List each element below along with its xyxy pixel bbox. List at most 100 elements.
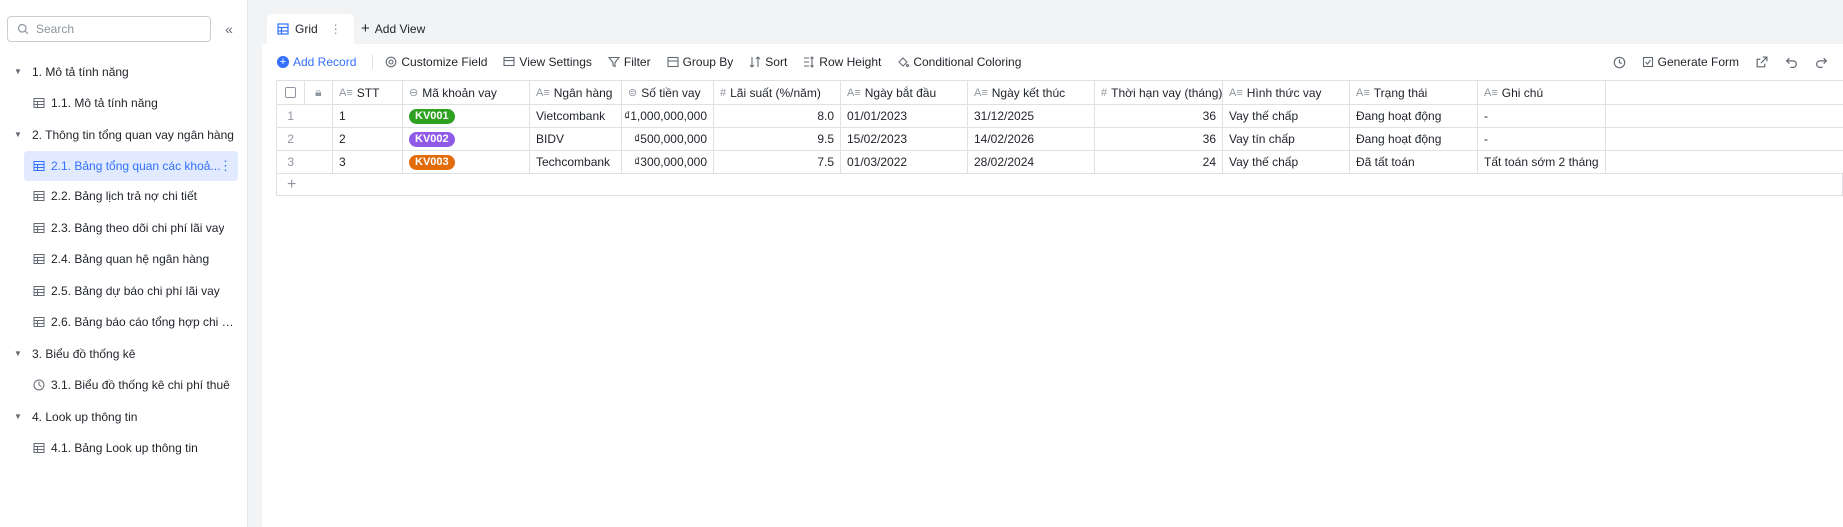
sidebar-item-2-3[interactable]: 2.3. Bảng theo dõi chi phí lãi vay <box>0 212 248 244</box>
sidebar-item-3-1[interactable]: 3.1. Biểu đồ thống kê chi phí thuê <box>0 370 248 402</box>
table-row[interactable]: 1 1 KV001 Vietcombank ₫1,000,000,000 8.0… <box>277 105 1843 128</box>
search-input[interactable] <box>36 22 196 36</box>
cell-so-tien-vay[interactable]: ₫1,000,000,000 <box>622 105 714 127</box>
sidebar-item-label: 2.5. Bảng dự báo chi phí lãi vay <box>51 283 220 298</box>
cell-hinh-thuc-vay[interactable]: Vay thế chấp <box>1223 151 1350 173</box>
cell-ngan-hang[interactable]: Techcombank <box>530 151 622 173</box>
column-label: Số tiền vay <box>641 85 701 100</box>
cell-ngay-ket-thuc[interactable]: 14/02/2026 <box>968 128 1095 150</box>
cell-lai-suat[interactable]: 7.5 <box>714 151 841 173</box>
cell-thoi-han-vay[interactable]: 36 <box>1095 105 1223 127</box>
column-header-stt[interactable]: A≡ STT <box>333 81 403 104</box>
cell-ngay-bat-dau[interactable]: 01/03/2022 <box>841 151 968 173</box>
redo-icon[interactable] <box>1813 54 1829 70</box>
table-icon <box>33 285 45 297</box>
sidebar-item-4-1[interactable]: 4.1. Bảng Look up thông tin <box>0 433 248 465</box>
sidebar-item-2-6[interactable]: 2.6. Bảng báo cáo tổng hợp chi p... <box>0 307 248 339</box>
column-header-hinh-thuc-vay[interactable]: A≡ Hình thức vay <box>1223 81 1350 104</box>
column-header-ma-khoan-vay[interactable]: ⊖ Mã khoản vay <box>403 81 530 104</box>
sidebar-item-2-4[interactable]: 2.4. Bảng quan hệ ngân hàng <box>0 244 248 276</box>
cell-ma-khoan-vay[interactable]: KV003 <box>403 151 530 173</box>
cell-ngay-bat-dau[interactable]: 01/01/2023 <box>841 105 968 127</box>
add-record-button[interactable]: + Add Record <box>277 55 356 69</box>
sidebar-item-label: 2.6. Bảng báo cáo tổng hợp chi p... <box>51 315 236 330</box>
cell-stt[interactable]: 3 <box>333 151 403 173</box>
select-all-checkbox-cell[interactable] <box>277 81 305 104</box>
sidebar-item-2-1[interactable]: 2.1. Bảng tổng quan các khoả... ⋮ <box>24 150 238 181</box>
sidebar-group-4[interactable]: ▼ 4. Look up thông tin <box>0 401 248 433</box>
cell-ngay-bat-dau[interactable]: 15/02/2023 <box>841 128 968 150</box>
group-by-button[interactable]: Group By <box>667 55 733 69</box>
add-record-label: Add Record <box>293 55 357 69</box>
sidebar-item-label: 4.1. Bảng Look up thông tin <box>51 441 198 456</box>
cell-stt[interactable]: 1 <box>333 105 403 127</box>
column-header-thoi-han-vay[interactable]: # Thời hạn vay (tháng) <box>1095 81 1223 104</box>
filter-button[interactable]: Filter <box>607 55 651 69</box>
row-height-button[interactable]: Row Height <box>803 55 881 69</box>
cell-lai-suat[interactable]: 9.5 <box>714 128 841 150</box>
cell-thoi-han-vay[interactable]: 24 <box>1095 151 1223 173</box>
more-vertical-icon[interactable]: ⋮ <box>330 22 342 36</box>
sidebar-item-2-5[interactable]: 2.5. Bảng dự báo chi phí lãi vay <box>0 275 248 307</box>
sidebar-item-2-2[interactable]: 2.2. Bảng lịch trả nợ chi tiết <box>0 181 248 213</box>
cell-lai-suat[interactable]: 8.0 <box>714 105 841 127</box>
cell-trang-thai[interactable]: Đang hoạt động <box>1350 128 1478 150</box>
history-icon[interactable] <box>1612 54 1628 70</box>
sidebar-item-label: 2.2. Bảng lịch trả nợ chi tiết <box>51 189 197 204</box>
cell-trang-thai[interactable]: Đã tất toán <box>1350 151 1478 173</box>
search-box[interactable] <box>7 16 211 42</box>
column-header-ngay-ket-thuc[interactable]: A≡ Ngày kết thúc <box>968 81 1095 104</box>
sidebar-item-1-1[interactable]: 1.1. Mô tả tính năng <box>0 88 248 120</box>
cell-ghi-chu[interactable]: - <box>1478 128 1606 150</box>
column-header-so-tien-vay[interactable]: ⊜ Số tiền vay <box>622 81 714 104</box>
column-header-ngay-bat-dau[interactable]: A≡ Ngày bắt đầu <box>841 81 968 104</box>
table-row[interactable]: 2 2 KV002 BIDV ₫500,000,000 9.5 15/02/20… <box>277 128 1843 151</box>
row-lead: 2 <box>277 128 333 150</box>
share-icon[interactable] <box>1753 54 1769 70</box>
cell-ma-khoan-vay[interactable]: KV002 <box>403 128 530 150</box>
sidebar-group-1[interactable]: ▼ 1. Mô tả tính năng <box>0 56 248 88</box>
view-settings-button[interactable]: View Settings <box>503 55 592 69</box>
tab-grid[interactable]: Grid ⋮ <box>267 14 354 44</box>
cell-ngay-ket-thuc[interactable]: 31/12/2025 <box>968 105 1095 127</box>
more-vertical-icon[interactable]: ⋮ <box>219 158 232 174</box>
double-chevron-left-icon[interactable]: « <box>221 20 237 38</box>
column-label: Lãi suất (%/năm) <box>730 85 821 100</box>
group-icon <box>667 56 679 68</box>
column-header-lai-suat[interactable]: # Lãi suất (%/năm) <box>714 81 841 104</box>
cell-ghi-chu[interactable]: - <box>1478 105 1606 127</box>
caret-down-icon: ▼ <box>14 412 22 422</box>
column-header-ngan-hang[interactable]: A≡ Ngân hàng <box>530 81 622 104</box>
paint-bucket-icon <box>898 57 910 68</box>
cell-thoi-han-vay[interactable]: 36 <box>1095 128 1223 150</box>
plus-icon: + <box>361 20 370 37</box>
cell-hinh-thuc-vay[interactable]: Vay thế chấp <box>1223 105 1350 127</box>
cell-ma-khoan-vay[interactable]: KV001 <box>403 105 530 127</box>
conditional-coloring-label: Conditional Coloring <box>913 55 1022 69</box>
customize-field-button[interactable]: Customize Field <box>385 55 487 69</box>
sidebar-group-3[interactable]: ▼ 3. Biểu đồ thống kê <box>0 338 248 370</box>
sidebar-group-2[interactable]: ▼ 2. Thông tin tổng quan vay ngân hàng <box>0 119 248 151</box>
cell-trang-thai[interactable]: Đang hoạt động <box>1350 105 1478 127</box>
undo-icon[interactable] <box>1783 54 1799 70</box>
column-label: STT <box>356 85 380 100</box>
column-header-trang-thai[interactable]: A≡ Trạng thái <box>1350 81 1478 104</box>
cell-ngan-hang[interactable]: Vietcombank <box>530 105 622 127</box>
cell-stt[interactable]: 2 <box>333 128 403 150</box>
cell-hinh-thuc-vay[interactable]: Vay tín chấp <box>1223 128 1350 150</box>
cell-ngay-ket-thuc[interactable]: 28/02/2024 <box>968 151 1095 173</box>
cell-ngan-hang[interactable]: BIDV <box>530 128 622 150</box>
cell-so-tien-vay[interactable]: ₫300,000,000 <box>622 151 714 173</box>
table-row[interactable]: 3 3 KV003 Techcombank ₫300,000,000 7.5 0… <box>277 151 1843 174</box>
cell-ghi-chu[interactable]: Tất toán sớm 2 tháng <box>1478 151 1606 173</box>
add-row-button[interactable]: + <box>277 174 1843 196</box>
generate-form-button[interactable]: Generate Form <box>1642 55 1739 69</box>
column-header-ghi-chu[interactable]: A≡ Ghi chú <box>1478 81 1606 104</box>
cell-so-tien-vay[interactable]: ₫500,000,000 <box>622 128 714 150</box>
dashboard-icon <box>33 379 45 391</box>
select-all-checkbox[interactable] <box>284 87 296 98</box>
sort-button[interactable]: Sort <box>749 55 787 69</box>
conditional-coloring-button[interactable]: Conditional Coloring <box>897 55 1021 69</box>
search-icon <box>17 23 29 35</box>
add-view-button[interactable]: + Add View <box>361 20 425 37</box>
